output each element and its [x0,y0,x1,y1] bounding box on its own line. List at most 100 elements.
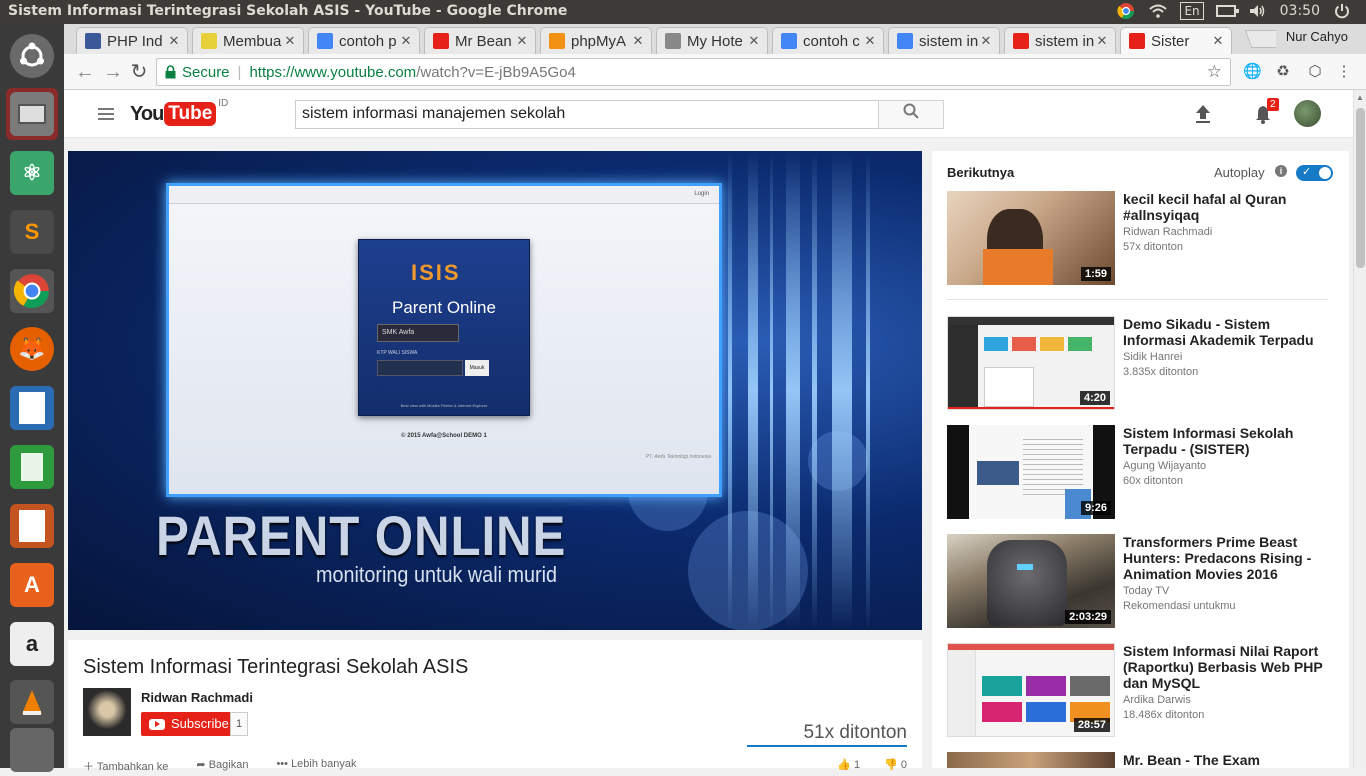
libreoffice-calc-icon[interactable] [6,441,58,493]
browser-tab[interactable]: PHP Ind ✕ [76,27,188,54]
amazon-icon[interactable]: a [6,618,58,670]
profile-button[interactable]: Nur Cahyo [1275,26,1358,48]
unity-launcher: ⚛ S 🦊 A a [0,24,64,772]
libreoffice-writer-icon[interactable] [6,382,58,434]
guide-menu-icon[interactable] [98,108,114,120]
browser-tab-strip: PHP Ind ✕ Membua ✕ contoh p ✕ Mr Bean ✕ phpMyA ✕ M… [64,24,1366,54]
ubuntu-dash-icon[interactable] [6,30,58,82]
globe-extension-icon[interactable]: 🌐 [1243,63,1262,81]
video-channel: Ardika Darwis [1123,694,1191,706]
video-title[interactable]: Demo Sikadu - Sistem Informasi Akademik … [1123,316,1333,348]
battery-icon[interactable] [1215,2,1239,20]
video-title[interactable]: Sistem Informasi Nilai Raport (Raportku)… [1123,643,1333,691]
tab-close-icon[interactable]: ✕ [747,33,761,49]
video-player[interactable]: Login ISIS Parent Online SMK Awfa KTP WA… [68,151,922,630]
tab-close-icon[interactable]: ✕ [1211,33,1225,49]
browser-tab[interactable]: Membua ✕ [192,27,304,54]
volume-icon[interactable] [1248,2,1268,20]
tab-close-icon[interactable]: ✕ [399,33,413,49]
reload-icon[interactable]: ↻ [128,61,150,83]
trash-icon[interactable] [6,724,58,776]
vlc-icon[interactable] [6,676,58,728]
video-thumbnail[interactable]: 4:20 [947,316,1115,410]
browser-tab[interactable]: Sister ✕ [1120,27,1232,54]
upload-icon[interactable] [1193,104,1213,124]
tab-close-icon[interactable]: ✕ [863,33,877,49]
scrollbar-thumb[interactable] [1356,108,1365,268]
video-title[interactable]: Sistem Informasi Sekolah Terpadu - (SIST… [1123,425,1333,457]
chrome-launcher-icon[interactable] [6,265,58,317]
chrome-menu-icon[interactable]: ⋮ [1335,63,1353,81]
channel-avatar[interactable] [83,688,131,736]
browser-tab[interactable]: sistem in ✕ [888,27,1000,54]
video-title[interactable]: Mr. Bean - The Exam [1123,752,1333,768]
back-icon[interactable]: ← [74,61,96,83]
video-title: Sistem Informasi Terintegrasi Sekolah AS… [83,656,469,678]
address-bar[interactable]: Secure | https://www.youtube.com /watch?… [156,58,1231,86]
browser-tab[interactable]: contoh p ✕ [308,27,420,54]
google-icon [317,33,333,49]
share-button[interactable]: ➦ Bagikan [196,758,248,774]
subscribe-button[interactable]: Subscribe [141,712,237,736]
browser-tab[interactable]: sistem in ✕ [1004,27,1116,54]
video-thumbnail[interactable]: 2:03:29 [947,534,1115,628]
video-title[interactable]: kecil kecil hafal al Quran #allnsyiqaq [1123,191,1333,223]
tab-label: sistem in [1035,32,1095,50]
tab-close-icon[interactable]: ✕ [631,33,645,49]
clock[interactable]: 03:50 [1280,3,1320,19]
video-thumbnail[interactable]: 1:59 [947,191,1115,285]
logo-tube: Tube [164,102,217,126]
notification-count-badge: 2 [1267,98,1279,111]
search-input[interactable]: sistem informasi manajemen sekolah [295,100,879,129]
isis-logo: ISIS [411,260,461,285]
scroll-up-icon[interactable]: ▲ [1356,93,1364,102]
more-button[interactable]: ••• Lebih banyak [276,758,356,774]
video-views: 60x ditonton [1123,475,1183,487]
tab-close-icon[interactable]: ✕ [283,33,297,49]
light-streak [786,151,800,630]
firefox-icon[interactable]: 🦊 [6,323,58,375]
add-to-button[interactable]: ＋ Tambahkan ke [83,758,168,774]
bookmark-star-icon[interactable]: ☆ [1207,62,1222,82]
video-thumbnail[interactable]: 28:57 [947,643,1115,737]
sublime-text-icon[interactable]: S [6,206,58,258]
video-thumbnail[interactable] [947,752,1115,768]
tab-label: sistem in [919,32,979,50]
libreoffice-impress-icon[interactable] [6,500,58,552]
video-title[interactable]: Transformers Prime Beast Hunters: Predac… [1123,534,1333,582]
browser-tab[interactable]: Mr Bean ✕ [424,27,536,54]
keyboard-layout-indicator[interactable]: En [1180,2,1204,20]
account-avatar[interactable] [1294,100,1321,127]
tab-close-icon[interactable]: ✕ [979,33,993,49]
files-icon[interactable] [6,88,58,140]
search-button[interactable] [878,100,944,129]
tab-label: contoh c [803,32,860,50]
video-thumbnail[interactable]: 9:26 [947,425,1115,519]
wifi-icon[interactable] [1148,2,1168,20]
like-button[interactable]: 👍 1 [837,758,860,771]
chrome-indicator-icon[interactable] [1116,2,1136,20]
autoplay-toggle[interactable]: ✓ [1296,165,1333,181]
software-center-icon[interactable]: A [6,559,58,611]
tab-close-icon[interactable]: ✕ [515,33,529,49]
cube-extension-icon[interactable]: ⬡ [1306,63,1324,81]
tab-close-icon[interactable]: ✕ [167,33,181,49]
subscribe-label: Subscribe [171,716,229,731]
info-icon[interactable]: i [1275,165,1287,177]
power-icon[interactable] [1332,2,1352,20]
secure-label: Secure [182,63,230,81]
dislike-button[interactable]: 👎 0 [884,758,907,771]
page-scrollbar[interactable]: ▲ [1353,90,1366,768]
screen-login-link: Login [694,191,709,197]
tab-close-icon[interactable]: ✕ [1095,33,1109,49]
browser-tab[interactable]: phpMyA ✕ [540,27,652,54]
recycle-extension-icon[interactable]: ♻ [1274,63,1292,81]
channel-name[interactable]: Ridwan Rachmadi [141,690,253,705]
browser-tab[interactable]: My Hote ✕ [656,27,768,54]
atom-editor-icon[interactable]: ⚛ [6,147,58,199]
browser-tab[interactable]: contoh c ✕ [772,27,884,54]
country-code: ID [218,98,229,109]
video-duration: 9:26 [1080,501,1111,515]
youtube-logo[interactable]: You Tube ID [130,98,228,126]
forward-icon[interactable]: → [102,61,124,83]
